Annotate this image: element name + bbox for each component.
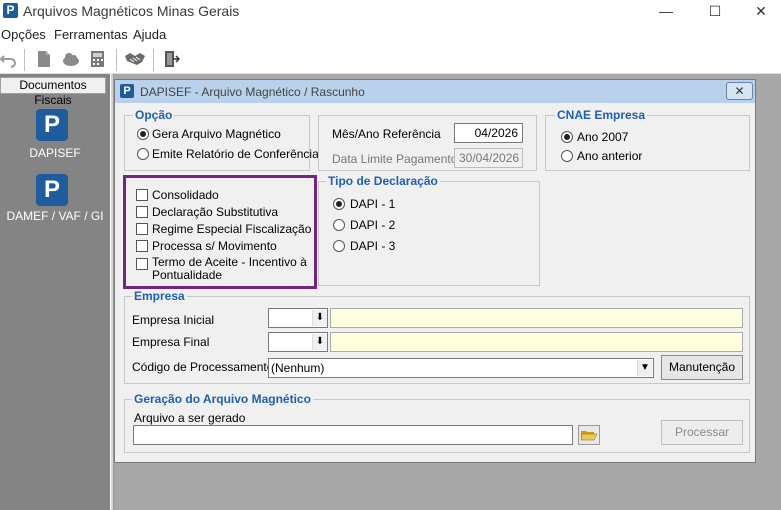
- handshake-icon[interactable]: [124, 50, 146, 68]
- app-icon: P: [3, 3, 18, 18]
- maximize-button[interactable]: ☐: [692, 0, 738, 24]
- codigo-processamento-value: (Nenhum): [271, 361, 325, 375]
- exit-door-icon[interactable]: [162, 50, 180, 68]
- empresa-final-combo[interactable]: ⬇: [268, 332, 328, 352]
- chevron-down-icon[interactable]: ▼: [637, 360, 652, 376]
- data-limite-input: 30/04/2026: [454, 148, 523, 168]
- radio-ano-2007-label[interactable]: Ano 2007: [577, 130, 628, 144]
- dialog-title: DAPISEF - Arquivo Magnético / Rascunho: [140, 85, 365, 99]
- cloud-icon[interactable]: [62, 50, 80, 68]
- radio-dapi-1-label[interactable]: DAPI - 1: [350, 197, 395, 211]
- codigo-processamento-label: Código de Processamento: [132, 360, 274, 374]
- empresa-inicial-name-field[interactable]: [330, 308, 743, 328]
- radio-emite-relatorio-label[interactable]: Emite Relatório de Conferência: [152, 147, 319, 161]
- geracao-title: Geração do Arquivo Magnético: [132, 392, 313, 406]
- opcao-group: [124, 115, 310, 171]
- menu-opcoes[interactable]: Opções: [1, 27, 46, 42]
- arrow-down-icon[interactable]: ⬇: [312, 334, 327, 350]
- data-limite-label: Data Limite Pagamento: [332, 152, 458, 166]
- tab-documentos-fiscais[interactable]: Documentos Fiscais: [0, 77, 106, 107]
- empresa-title: Empresa: [132, 289, 187, 303]
- radio-emite-relatorio[interactable]: [137, 148, 149, 160]
- codigo-processamento-select[interactable]: (Nenhum) ▼: [268, 358, 654, 378]
- mes-ano-label: Mês/Ano Referência: [332, 127, 441, 141]
- radio-dapi-3-label[interactable]: DAPI - 3: [350, 239, 395, 253]
- cnae-title: CNAE Empresa: [555, 108, 648, 122]
- arrow-down-icon[interactable]: ⬇: [312, 310, 327, 326]
- dialog-close-button[interactable]: ✕: [726, 82, 753, 100]
- dialog-app-icon: P: [120, 84, 134, 98]
- processar-button[interactable]: Processar: [661, 420, 743, 445]
- close-button[interactable]: ✕: [738, 0, 781, 24]
- empresa-final-name-field[interactable]: [330, 332, 743, 352]
- toolbar-separator: [24, 49, 25, 71]
- toolbar-separator: [116, 49, 117, 71]
- radio-dapi-2[interactable]: [333, 219, 345, 231]
- calculator-icon[interactable]: [89, 50, 107, 68]
- arquivo-label: Arquivo a ser gerado: [134, 411, 246, 425]
- radio-ano-anterior[interactable]: [561, 150, 573, 162]
- damef-label[interactable]: DAMEF / VAF / GI: [0, 209, 110, 223]
- tipo-declaracao-title: Tipo de Declaração: [326, 174, 440, 188]
- damef-icon[interactable]: P: [36, 174, 68, 206]
- dapisef-label[interactable]: DAPISEF: [0, 146, 110, 160]
- window-title: Arquivos Magnéticos Minas Gerais: [23, 3, 240, 19]
- document-icon[interactable]: [35, 50, 53, 68]
- empresa-final-label: Empresa Final: [132, 335, 210, 349]
- minimize-button[interactable]: —: [643, 0, 689, 24]
- radio-dapi-1[interactable]: [333, 198, 345, 210]
- undo-icon[interactable]: [0, 50, 18, 68]
- radio-ano-2007[interactable]: [561, 131, 573, 143]
- manutencao-button[interactable]: Manutenção: [661, 355, 743, 380]
- opcao-title: Opção: [133, 108, 175, 122]
- empresa-inicial-label: Empresa Inicial: [132, 313, 215, 327]
- empresa-inicial-combo[interactable]: ⬇: [268, 308, 328, 328]
- toolbar: [0, 45, 781, 74]
- dapisef-icon[interactable]: P: [36, 109, 68, 141]
- menu-ferramentas[interactable]: Ferramentas: [54, 27, 128, 42]
- radio-gera-arquivo[interactable]: [137, 128, 149, 140]
- toolbar-separator: [153, 49, 154, 71]
- radio-dapi-2-label[interactable]: DAPI - 2: [350, 218, 395, 232]
- radio-gera-arquivo-label[interactable]: Gera Arquivo Magnético: [152, 127, 281, 141]
- radio-ano-anterior-label[interactable]: Ano anterior: [577, 149, 642, 163]
- highlight-box: [123, 175, 317, 289]
- mes-ano-input[interactable]: 04/2026: [454, 123, 523, 143]
- open-folder-icon[interactable]: [578, 425, 600, 445]
- cnae-group: [545, 115, 750, 171]
- arquivo-input[interactable]: [133, 425, 573, 445]
- menu-ajuda[interactable]: Ajuda: [133, 27, 166, 42]
- radio-dapi-3[interactable]: [333, 240, 345, 252]
